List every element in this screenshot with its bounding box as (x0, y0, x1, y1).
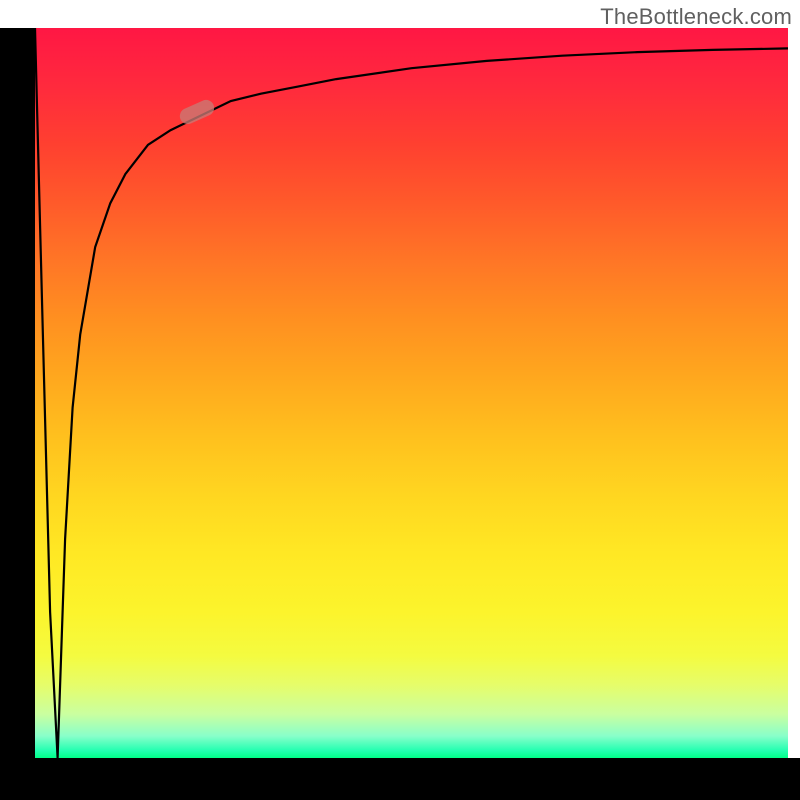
chart-container: TheBottleneck.com (0, 0, 800, 800)
watermark-text: TheBottleneck.com (600, 4, 792, 30)
bottleneck-curve (35, 28, 788, 758)
y-axis (0, 28, 35, 758)
x-axis (0, 758, 800, 800)
